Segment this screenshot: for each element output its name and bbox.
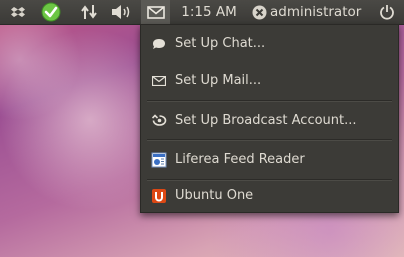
- user-status-icon[interactable]: [250, 0, 268, 24]
- menu-item-ubuntu-one[interactable]: Ubuntu One: [141, 177, 398, 214]
- clock-time: 1:15 AM: [181, 4, 237, 20]
- menu-item-set-up-mail[interactable]: Set Up Mail...: [141, 62, 398, 99]
- ubuntu-one-icon: [151, 188, 167, 204]
- messaging-menu: Set Up Chat... Set Up Mail... Set Up Bro…: [140, 24, 399, 213]
- menu-item-label: Ubuntu One: [175, 188, 254, 203]
- clock[interactable]: 1:15 AM: [180, 0, 238, 24]
- menu-item-label: Set Up Mail...: [175, 73, 262, 88]
- dropbox-icon[interactable]: [8, 0, 28, 24]
- menu-item-label: Liferea Feed Reader: [175, 152, 305, 167]
- volume-icon[interactable]: [109, 0, 135, 24]
- menu-item-set-up-broadcast[interactable]: Set Up Broadcast Account...: [141, 102, 398, 139]
- mail-envelope-icon[interactable]: [141, 0, 170, 24]
- update-check-icon[interactable]: [39, 0, 63, 24]
- menu-item-set-up-chat[interactable]: Set Up Chat...: [141, 25, 398, 62]
- broadcast-icon: [151, 113, 167, 129]
- feed-reader-icon: [151, 152, 167, 168]
- envelope-icon: [151, 73, 167, 89]
- menu-item-label: Set Up Broadcast Account...: [175, 113, 357, 128]
- chat-bubble-icon: [151, 36, 167, 52]
- menu-item-label: Set Up Chat...: [175, 36, 266, 51]
- user-name: administrator: [270, 4, 362, 20]
- user-menu[interactable]: administrator: [270, 0, 366, 24]
- power-icon[interactable]: [376, 0, 398, 24]
- network-arrows-icon[interactable]: [78, 0, 100, 24]
- top-panel: 1:15 AM administrator: [0, 0, 404, 25]
- menu-item-liferea[interactable]: Liferea Feed Reader: [141, 141, 398, 178]
